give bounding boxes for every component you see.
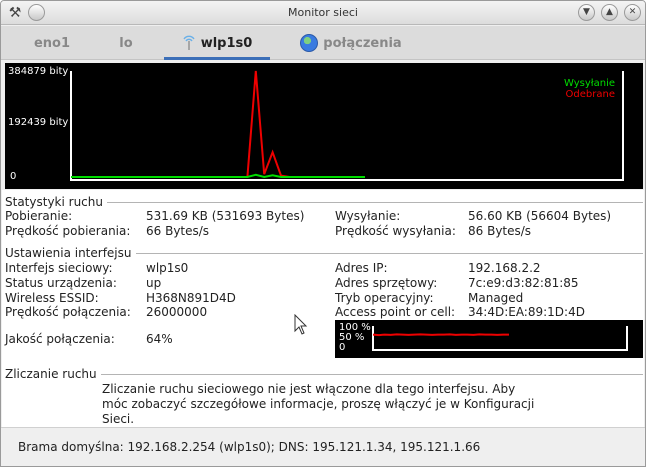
mac-address-value: 7c:e9:d3:82:81:85	[468, 276, 579, 290]
access-point-label: Access point or cell:	[335, 305, 456, 319]
titlebar[interactable]: ⚒ Monitor sieci ▼ ▲ ✕	[1, 1, 645, 25]
mouse-cursor-icon	[294, 314, 308, 335]
iface-name-value: wlp1s0	[146, 261, 189, 275]
mode-value: Managed	[468, 291, 524, 305]
close-button[interactable]: ✕	[624, 4, 641, 21]
traffic-stats-section: Statystyki ruchu Pobieranie: 531.69 KB (…	[5, 190, 643, 242]
device-status-value: up	[146, 276, 162, 290]
quality-label-zero: 0	[339, 342, 345, 353]
link-quality-chart-svg: 100 %50 %0	[339, 322, 628, 353]
ip-address-value: 192.168.2.2	[468, 261, 541, 275]
close-icon: ✕	[628, 7, 637, 17]
series-received-line	[71, 70, 365, 178]
y-label-top: 384879 bity	[8, 66, 68, 77]
traffic-chart-svg: 384879 bity 192439 bity 0 WysyłanieOdebrane	[8, 66, 624, 182]
chevron-up-icon: ▲	[606, 7, 613, 17]
counting-message-line: Zliczanie ruchu sieciowego nie jest włąc…	[102, 382, 516, 396]
traffic-counting-section: Zliczanie ruchu Zliczanie ruchu sieciowe…	[5, 365, 643, 427]
iface-name-label: Interfejs sieciowy:	[5, 261, 113, 275]
y-label-zero: 0	[10, 171, 16, 182]
ip-address-label: Adres IP:	[335, 261, 388, 275]
window-title: Monitor sieci	[288, 6, 358, 19]
network-monitor-window: ⚒ Monitor sieci ▼ ▲ ✕ eno1 lo wlp1s0 poł…	[0, 0, 646, 467]
download-speed-label: Prędkość pobierania:	[5, 224, 131, 238]
traffic-graph: 384879 bity 192439 bity 0 Wysyłanie Odebrane	[5, 63, 643, 189]
tab-lo[interactable]: lo	[96, 26, 156, 60]
quality-frame	[372, 326, 628, 351]
link-quality-graph: 100 % 50 % 0	[335, 320, 643, 358]
mode-label: Tryb operacyjny:	[335, 291, 434, 305]
status-bar: Brama domyślna: 192.168.2.254 (wlp1s0); …	[1, 427, 645, 466]
wireless-antenna-icon	[182, 35, 196, 51]
device-status-label: Status urządzenia:	[5, 276, 117, 290]
tab-eno1[interactable]: eno1	[16, 26, 88, 60]
link-speed-value: 26000000	[146, 305, 208, 319]
chevron-down-icon: ▼	[583, 7, 590, 17]
section-title: Statystyki ruchu	[5, 195, 107, 209]
link-quality-value: 64%	[146, 332, 173, 346]
tab-wlp1s0[interactable]: wlp1s0	[164, 26, 270, 60]
tab-label: eno1	[33, 35, 71, 51]
mac-address-label: Adres sprzętowy:	[335, 276, 438, 290]
access-point-value: 34:4D:EA:89:1D:4D	[468, 305, 585, 319]
graph-frame	[70, 71, 624, 181]
tab-label: lo	[119, 35, 133, 51]
counting-message-line: Sieci.	[102, 412, 135, 426]
upload-value: 56.60 KB (56604 Bytes)	[468, 209, 612, 223]
link-speed-label: Prędkość połączenia:	[5, 305, 131, 319]
counting-message-line: móc zobaczyć szczegółowe informacje, pro…	[102, 397, 535, 411]
globe-icon	[300, 34, 319, 52]
upload-speed-label: Prędkość wysyłania:	[335, 224, 456, 238]
tab-label: wlp1s0	[200, 35, 253, 51]
section-divider	[5, 374, 643, 375]
upload-speed-value: 86 Bytes/s	[468, 224, 532, 238]
legend-send: Wysyłanie	[564, 78, 615, 89]
y-label-mid: 192439 bity	[8, 117, 68, 128]
minimize-button[interactable]: ▼	[578, 4, 595, 21]
essid-label: Wireless ESSID:	[5, 291, 99, 305]
quality-line	[372, 333, 509, 337]
essid-value: H368N891D4D	[146, 291, 236, 305]
section-title: Zliczanie ruchu	[5, 367, 101, 381]
tab-connections[interactable]: połączenia	[291, 26, 411, 60]
download-label: Pobieranie:	[5, 209, 73, 223]
gateway-dns-info: Brama domyślna: 192.168.2.254 (wlp1s0); …	[18, 440, 481, 454]
tab-bar: eno1 lo wlp1s0 połączenia	[1, 26, 645, 60]
maximize-button[interactable]: ▲	[601, 4, 618, 21]
upload-label: Wysyłanie:	[335, 209, 401, 223]
download-speed-value: 66 Bytes/s	[146, 224, 210, 238]
link-quality-label: Jakość połączenia:	[5, 332, 115, 346]
download-value: 531.69 KB (531693 Bytes)	[146, 209, 305, 223]
section-title: Ustawienia interfejsu	[5, 246, 136, 260]
legend-recv: Odebrane	[566, 89, 615, 100]
series-sent-line	[71, 173, 365, 179]
tab-label: połączenia	[323, 35, 402, 51]
